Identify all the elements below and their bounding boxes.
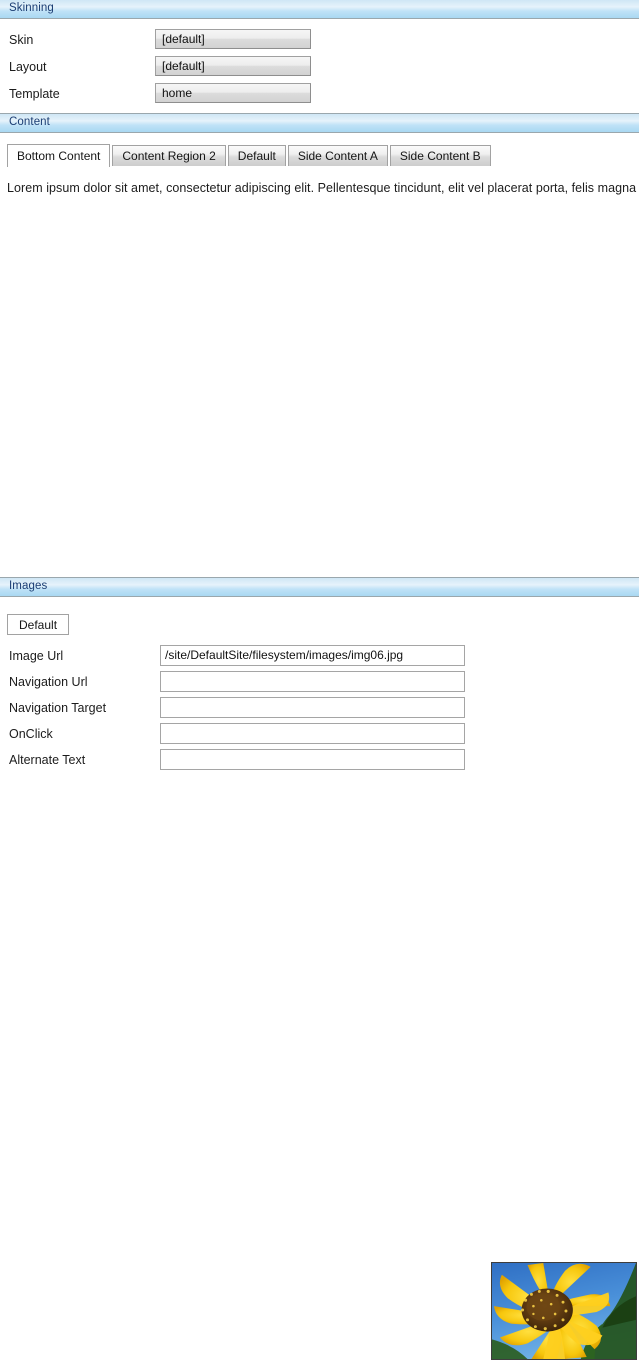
image-url-input[interactable]: /site/DefaultSite/filesystem/images/img0…	[160, 645, 465, 666]
sunflower-photo-icon	[492, 1263, 636, 1359]
images-section: Images Default Image Url /site/DefaultSi…	[0, 577, 639, 1360]
image-url-label: Image Url	[9, 649, 64, 663]
content-edit-area[interactable]	[0, 167, 639, 577]
images-tab-default[interactable]: Default	[7, 614, 70, 635]
navigation-target-input[interactable]	[160, 697, 465, 718]
image-preview-thumbnail[interactable]	[491, 1262, 637, 1360]
content-section-header: Content	[0, 113, 639, 133]
images-tabstrip: Default	[0, 614, 639, 636]
field-row-template: Template home	[0, 82, 639, 109]
field-row-skin: Skin [default]	[0, 28, 639, 55]
tab-side-content-b[interactable]: Side Content B	[389, 145, 491, 166]
content-tabstrip: Bottom Content Content Region 2 Default Sid…	[0, 144, 639, 167]
content-body: Bottom Content Content Region 2 Default Sid…	[0, 144, 639, 577]
field-row-navigation-url: Navigation Url	[0, 670, 639, 696]
field-row-navigation-target: Navigation Target	[0, 696, 639, 722]
field-row-image-url: Image Url /site/DefaultSite/filesystem/i…	[0, 644, 639, 670]
onclick-label: OnClick	[9, 727, 53, 741]
field-row-alternate-text: Alternate Text	[0, 748, 639, 774]
tab-bottom-content[interactable]: Bottom Content	[7, 144, 111, 167]
skin-label: Skin	[9, 33, 34, 47]
content-section-title: Content	[9, 116, 50, 128]
field-row-onclick: OnClick	[0, 722, 639, 748]
navigation-target-label: Navigation Target	[9, 701, 107, 715]
images-fields: Image Url /site/DefaultSite/filesystem/i…	[0, 644, 639, 774]
content-section: Content Bottom Content Content Region 2 De…	[0, 113, 639, 577]
tab-content-region-2[interactable]: Content Region 2	[112, 145, 226, 166]
tab-default[interactable]: Default	[227, 145, 286, 166]
content-body-text: Lorem ipsum dolor sit amet, consectetur …	[7, 181, 637, 195]
images-section-header: Images	[0, 577, 639, 597]
skinning-fields: Skin [default] Layout [default] Template…	[0, 19, 639, 113]
images-section-title: Images	[9, 580, 48, 592]
navigation-url-label: Navigation Url	[9, 675, 88, 689]
alternate-text-input[interactable]	[160, 749, 465, 770]
layout-label: Layout	[9, 60, 47, 74]
alternate-text-label: Alternate Text	[9, 753, 86, 767]
field-row-layout: Layout [default]	[0, 55, 639, 82]
layout-select[interactable]: [default]	[155, 56, 311, 76]
skin-select[interactable]: [default]	[155, 29, 311, 49]
navigation-url-input[interactable]	[160, 671, 465, 692]
skinning-section-header: Skinning	[0, 0, 639, 19]
onclick-input[interactable]	[160, 723, 465, 744]
skinning-section-title: Skinning	[9, 2, 54, 14]
skinning-section: Skinning Skin [default] Layout [default]…	[0, 0, 639, 113]
tab-side-content-a[interactable]: Side Content A	[287, 145, 388, 166]
template-select[interactable]: home	[155, 83, 311, 103]
template-label: Template	[9, 87, 60, 101]
